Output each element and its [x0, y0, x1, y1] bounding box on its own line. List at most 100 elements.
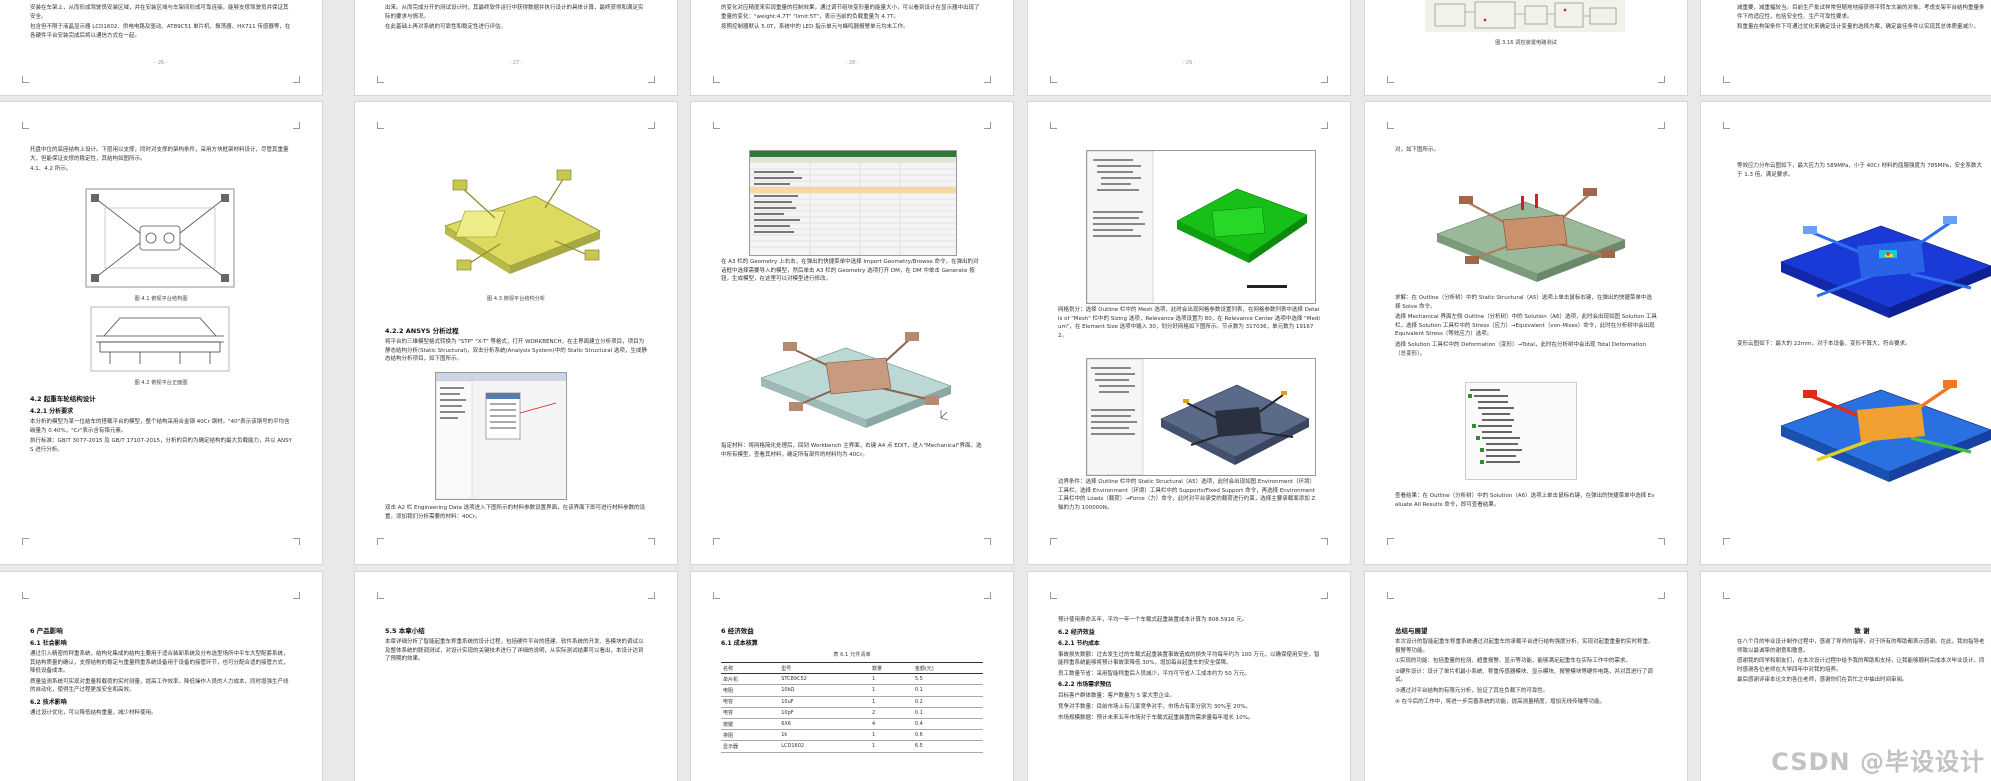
page-text: 质量监测系统可实现对重量和载荷的实时测量，提高工作效率，降低操作人员的人力成本，…	[30, 678, 289, 694]
section-heading: 6.1 社会影响	[30, 640, 67, 647]
page-text: 员工数量节省：采用智能称重后人员减少，平均可节省人工成本约为 50 万元。	[1058, 670, 1250, 677]
subsection-heading: 4.2.1 分析要求	[30, 408, 74, 415]
crop-mark	[377, 592, 384, 599]
page-text: 本次设计的智能起重车称重系统通过对起重车的承载平台进行结构强度分析，实现对起重重…	[1395, 639, 1654, 654]
page-text: 对，如下图所示。	[1395, 147, 1440, 153]
page-35: 等效应力分布云图如下，最大应力为 589MPa，小于 40Cr 材料的屈服强度为…	[1701, 102, 1991, 564]
page-text: 通过设计优化，可以降低结构重量，减少材料使用。	[30, 709, 157, 716]
yellow-platform-model-figure	[444, 169, 601, 274]
crop-mark	[1321, 76, 1328, 83]
crop-mark	[713, 76, 720, 83]
crop-mark	[984, 592, 991, 599]
page-text: 安装在车架上，从而形成驾驶员安装区域，并在安装区域与车架间形成可靠连接，能够支撑…	[30, 5, 289, 20]
page-top-1: 安装在车架上，从而形成驾驶员安装区域，并在安装区域与车架间形成可靠连接，能够支撑…	[0, 0, 322, 95]
crop-mark	[1050, 592, 1057, 599]
table-cell: 1	[869, 684, 913, 697]
table-cell: 10kΩ	[779, 684, 870, 697]
crop-mark	[293, 122, 300, 129]
crop-mark	[1658, 538, 1665, 545]
figure-caption: 图 3.16 调控装置电路测试	[1495, 40, 1557, 46]
table-cell: 单片机	[721, 673, 780, 686]
component-table: 名称 型号 数量 金额(元) 单片机 STC89C52 1 5.5 电阻 10kΩ 1 0.…	[721, 661, 983, 753]
page-text: 在此基础上再对系统的可靠性和稳定性进行评估。	[385, 24, 507, 31]
crop-mark	[1723, 592, 1730, 599]
page-text: 最后感谢评审本论文的各位老师，感谢你们在百忙之中抽出时间审阅。	[1737, 677, 1908, 684]
table-row: 电容 10uF 1 0.2	[721, 696, 983, 708]
page-text: 双击 A2 栏 Engineering Data 选项进入下图所示的材料参数设置…	[385, 505, 646, 520]
page-text: 通过引入精密的秤重系统，结构化集成的结构主要用于适合装卸系统及分布选型场所中平车…	[30, 651, 289, 675]
page-32: 在 A3 栏的 Geometry 上右击，在弹出的快捷菜单中选择 Import …	[691, 102, 1013, 564]
crop-mark	[377, 538, 384, 545]
page-text: 变形云图如下：最大的 22mm，对于本设备，变形不算大，符合要求。	[1737, 341, 1911, 347]
table-caption: 表 6.1 元件清单	[833, 652, 871, 658]
table-cell: 0.2	[912, 696, 983, 708]
table-cell: 显示器	[721, 740, 780, 753]
watermark: CSDN @毕设设计	[1771, 748, 1985, 776]
table-cell: 2	[869, 707, 913, 719]
section-heading: 6.2 经济效益	[1058, 628, 1095, 636]
table-cell: 电阻	[721, 684, 780, 697]
crop-mark	[1387, 122, 1394, 129]
page-text: 感谢我的同学和朋友们，在本次设计过程中给予我的帮助和支持，让我能够顺利完成本次毕…	[1737, 658, 1985, 673]
page-33: 网格划分：选择 Outline 栏中的 Mesh 选项，此时会出现网格参数设置列…	[1028, 102, 1350, 564]
page-bottom-5: 总结与展望 本次设计的智能起重车称重系统通过对起重车的承载平台进行结构强度分析，…	[1365, 572, 1687, 781]
section-heading: 6.2 技术影响	[30, 698, 67, 706]
page-text: 和重量在构架条件下可通过优化来确定设计变量的选择方案，确定最佳条件以实现其总体质…	[1737, 24, 1980, 31]
crop-mark	[1723, 76, 1730, 83]
subsection-heading: 6.2.2 市场需求预估	[1058, 682, 1112, 689]
page-bottom-3: 6 经济效益 6.1 成本核算 表 6.1 元件清单 名称 型号 数量 金额(元…	[691, 572, 1013, 781]
crop-mark	[1658, 122, 1665, 129]
table-cell: LCD1602	[779, 740, 870, 753]
table-cell: 1	[869, 729, 913, 742]
figure-caption: 图 4.1 俯视平台结构图	[134, 296, 188, 302]
page-text: 按照控制器默认 5.0T，系统中的 LED 指示单元与蜂鸣器报警单元均未工作。	[721, 24, 909, 31]
crop-mark	[1387, 538, 1394, 545]
chapter-heading: 致 谢	[1854, 627, 1870, 635]
page-top-5: 图 3.16 调控装置电路测试	[1365, 0, 1687, 95]
page-number: - 28 -	[845, 60, 859, 66]
table-cell: 0.4	[912, 718, 983, 731]
chapter-heading: 6 产品影响	[30, 627, 63, 635]
column-header: 数量	[869, 661, 913, 675]
page-text: 查看结果：在 Outline（分析树）中的 Solution（A6）选项上单击鼠…	[1395, 493, 1655, 508]
page-text: 选择 Solution 工具栏中的 Deformation（变形）→Total，…	[1395, 341, 1647, 357]
section-heading: 6.1 成本核算	[721, 640, 758, 647]
page-text: 4.1、4.2 所示。	[30, 166, 72, 173]
figure-caption: 图 4.2 俯视平台正面图	[134, 380, 188, 386]
table-cell: 1	[869, 673, 913, 686]
page-text: 指定材料：将网格简化处理后，回到 Workbench 主界面，右键 A4 点 E…	[721, 443, 982, 458]
table-cell: STC89C52	[779, 673, 870, 686]
crop-mark	[1321, 592, 1328, 599]
table-header-row: 名称 型号 数量 金额(元)	[721, 661, 983, 675]
crop-mark	[22, 592, 29, 599]
platform-frontview-figure	[90, 306, 230, 372]
crop-mark	[377, 122, 384, 129]
table-cell: 10pF	[779, 707, 870, 719]
crop-mark	[22, 122, 29, 129]
crop-mark	[713, 538, 720, 545]
page-text: 将平台的三维模型格式转换为 "STP" "X-T" 等格式，打开 WORKBEN…	[385, 339, 647, 363]
crop-mark	[984, 122, 991, 129]
crop-mark	[1050, 122, 1057, 129]
table-row: 电容 10pF 2 0.1	[721, 707, 983, 719]
column-header: 名称	[721, 661, 780, 675]
page-bottom-4: 预计使用寿命五年，平均一年一个车载式起重装置成本计算为 808.5916 元。 …	[1028, 572, 1350, 781]
table-cell: 6.5	[912, 740, 983, 753]
page-text: 的变化对应精度来实现重量的控制效果，通过调节组块变形量的能量大小，可以看到设计在…	[721, 5, 980, 20]
page-text: 求解：在 Outline（分析树）中的 Static Structural（A5…	[1395, 295, 1652, 310]
crop-mark	[1723, 538, 1730, 545]
crop-mark	[22, 76, 29, 83]
page-text: 目标客户群体数量：客户数量为 5 家大型企业。	[1058, 693, 1175, 700]
stress-contour-figure	[1780, 216, 1991, 318]
deformation-contour-figure	[1780, 380, 1991, 482]
crop-mark	[648, 76, 655, 83]
table-cell: 排阻	[721, 729, 780, 742]
table-cell: 电容	[721, 696, 780, 708]
meshed-platform-model-figure	[760, 332, 952, 428]
crop-mark	[1658, 592, 1665, 599]
page-text: 网格划分：选择 Outline 栏中的 Mesh 选项，此时会出现网格参数设置列…	[1058, 307, 1320, 339]
page-top-2: 出来。从而完成分开的测试设计时，其最终软件运行中获得数据并执行设计的具体计算，最…	[355, 0, 677, 95]
solution-tree-screenshot	[1465, 382, 1577, 480]
page-bottom-2: 5.5 本章小结 本章详细分析了智能起重车称重系统的设计过程，包括硬件平台的搭建…	[355, 572, 677, 781]
page-number: - 27 -	[509, 60, 523, 66]
